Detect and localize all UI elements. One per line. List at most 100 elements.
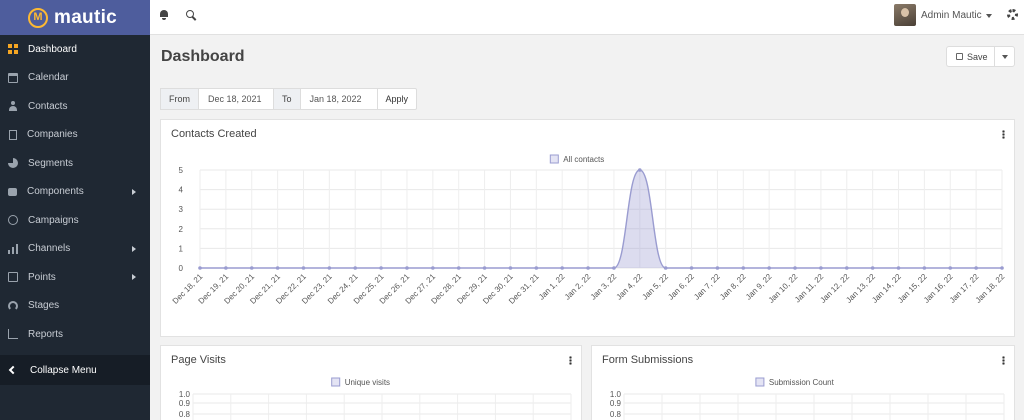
data-point (456, 266, 461, 270)
data-point (301, 266, 306, 270)
x-tick-label: Jan 3, 22 (589, 272, 619, 302)
line-chart-icon (8, 329, 18, 340)
y-tick-label: 0.9 (610, 399, 622, 408)
save-disk-icon (956, 53, 963, 60)
data-point (741, 266, 746, 270)
x-tick-label: Jan 7, 22 (692, 272, 722, 302)
to-label: To (273, 88, 301, 110)
data-point (379, 266, 383, 270)
data-point (327, 266, 332, 270)
sidebar-item-campaigns[interactable]: Campaigns (0, 206, 150, 235)
sidebar-item-segments[interactable]: Segments (0, 149, 150, 178)
y-tick-label: 0.8 (179, 410, 191, 419)
gear-icon[interactable] (1007, 9, 1018, 20)
y-tick-label: 1.0 (610, 390, 622, 399)
data-point (922, 266, 927, 270)
data-point (405, 266, 409, 270)
caret-right-icon (132, 274, 136, 280)
sidebar-item-companies[interactable]: Companies (0, 121, 150, 150)
data-point (793, 266, 797, 270)
contacts-created-chart: All contacts012345Dec 18, 21Dec 19, 21De… (171, 154, 1007, 306)
building-icon (9, 129, 17, 140)
sidebar-item-components[interactable]: Components (0, 178, 150, 207)
mautic-logo-icon: M (28, 7, 48, 28)
data-point (870, 266, 875, 270)
legend-swatch (755, 377, 765, 387)
save-dropdown-toggle[interactable] (994, 46, 1015, 67)
topbar: Admin Mautic (150, 0, 1024, 35)
from-date-input[interactable]: Dec 18, 2021 (198, 88, 274, 110)
save-button-label: Save (967, 51, 988, 62)
sidebar-item-channels[interactable]: Channels (0, 235, 150, 264)
sidebar-item-label: Campaigns (28, 214, 79, 226)
sidebar-item-reports[interactable]: Reports (0, 320, 150, 349)
chevron-left-icon (8, 365, 18, 375)
user-name[interactable]: Admin Mautic (921, 10, 982, 21)
data-point (767, 266, 771, 270)
brand-logo[interactable]: M mautic (0, 0, 150, 35)
puzzle-icon (8, 187, 17, 196)
data-point (224, 266, 228, 270)
legend-label: Submission Count (769, 378, 835, 387)
legend-label: Unique visits (345, 378, 390, 387)
data-point (844, 266, 849, 270)
legend-label: All contacts (563, 155, 604, 164)
y-tick-label: 0.9 (179, 399, 191, 408)
clock-icon (8, 215, 18, 226)
calendar-icon (8, 72, 18, 83)
caret-right-icon (132, 245, 136, 252)
data-point (586, 266, 590, 270)
data-point (534, 266, 539, 270)
signal-icon (8, 243, 18, 254)
sidebar-item-calendar[interactable]: Calendar (0, 64, 150, 93)
search-icon[interactable] (186, 10, 196, 20)
chevron-down-icon[interactable] (986, 14, 992, 18)
y-tick-label: 1 (179, 244, 184, 253)
collapse-menu-button[interactable]: Collapse Menu (0, 355, 150, 385)
data-point (663, 266, 668, 270)
data-point (249, 266, 254, 270)
dashboard-icon (8, 44, 18, 55)
y-tick-label: 0 (179, 264, 184, 273)
sidebar-item-dashboard[interactable]: Dashboard (0, 35, 150, 64)
sidebar-item-label: Segments (28, 157, 74, 169)
data-point (431, 266, 435, 270)
sidebar-item-label: Dashboard (28, 43, 77, 55)
legend-swatch (549, 154, 559, 164)
x-tick-label: Jan 5, 22 (640, 272, 670, 302)
sidebar-item-label: Components (27, 186, 84, 198)
from-label: From (160, 88, 199, 110)
to-date-input[interactable]: Jan 18, 2022 (299, 88, 378, 110)
save-button[interactable]: Save (946, 46, 994, 67)
data-point (638, 168, 642, 172)
sidebar-item-label: Channels (28, 243, 71, 255)
data-point (560, 266, 564, 270)
sidebar-item-contacts[interactable]: Contacts (0, 92, 150, 121)
sidebar-item-stages[interactable]: Stages (0, 292, 150, 321)
avatar[interactable] (894, 4, 916, 26)
x-tick-label: Jan 2, 22 (563, 272, 593, 302)
y-tick-label: 4 (179, 186, 184, 195)
data-point (482, 266, 487, 270)
sidebar-item-points[interactable]: Points (0, 263, 150, 292)
series-area (200, 170, 1002, 268)
page-title: Dashboard (161, 48, 245, 65)
y-tick-label: 5 (179, 166, 184, 175)
brand-name: mautic (54, 6, 118, 28)
y-tick-label: 3 (179, 205, 184, 214)
collapse-menu-label: Collapse Menu (30, 364, 97, 376)
form-submissions-card: Form Submissions Submission Count 0.8 0.9 1… (591, 345, 1015, 420)
sidebar-item-label: Reports (28, 328, 64, 340)
pie-icon (8, 158, 18, 169)
data-point (353, 266, 358, 270)
apply-button[interactable]: Apply (376, 88, 418, 110)
y-tick-label: 0.8 (610, 410, 622, 419)
data-point (689, 266, 694, 270)
x-tick-label: Jan 8, 22 (718, 272, 748, 302)
bell-icon[interactable] (159, 10, 169, 20)
sidebar-item-label: Stages (28, 300, 60, 312)
user-icon (8, 101, 18, 112)
form-submissions-chart: Submission Count 0.8 0.91.0 (610, 377, 1005, 420)
data-point (508, 266, 513, 270)
sidebar-item-label: Contacts (28, 100, 68, 112)
